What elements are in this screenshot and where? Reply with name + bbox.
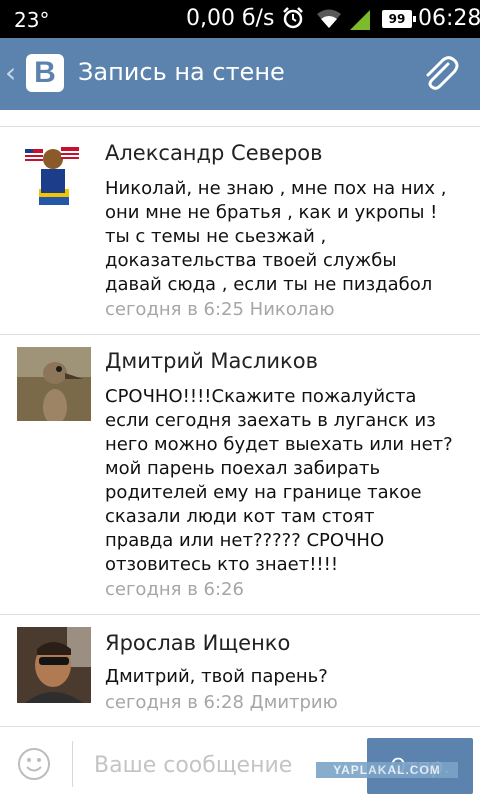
app-header: ‹ B Запись на стене [0,38,480,110]
attach-icon[interactable] [418,52,462,96]
vk-logo[interactable]: B [26,54,64,92]
comment-item: Ярослав Ищенко Дмитрий, твой парень? сег… [0,615,480,725]
battery-icon: 99 [382,10,416,28]
watermark: YAPLAKAL.COM [316,762,458,778]
page-title: Запись на стене [78,58,285,86]
comment-author[interactable]: Дмитрий Масликов [105,349,318,373]
temperature: 23° [14,8,50,32]
back-icon[interactable]: ‹ [5,56,16,89]
comment-author[interactable]: Ярослав Ищенко [105,631,290,655]
status-bar: 23° 0,00 б/s 99 06:28 [0,0,480,38]
wifi-icon [317,9,341,28]
smile-icon[interactable] [17,747,51,781]
comment-meta[interactable]: сегодня в 6:25 Николаю [105,299,334,320]
signal-icon [350,10,370,30]
message-input[interactable] [92,749,346,781]
comment-meta[interactable]: сегодня в 6:26 [105,579,244,600]
comment-meta[interactable]: сегодня в 6:28 Дмитрию [105,692,338,713]
comment-text: СРОЧНО!!!!Скажите пожалуйста если сегодн… [105,386,453,575]
comment-item: Дмитрий Масликов СРОЧНО!!!!Скажите пожал… [0,335,480,615]
previous-post-edge [0,110,480,127]
comment-item: Александр Северов Николай, не знаю , мне… [0,127,480,335]
clock: 06:28 [418,6,480,31]
composer-divider [72,741,73,787]
network-speed: 0,00 б/s [186,6,275,31]
avatar[interactable] [17,347,91,421]
avatar[interactable] [17,139,89,211]
comment-text: Дмитрий, твой парень? [105,666,328,687]
avatar[interactable] [17,627,91,703]
comment-author[interactable]: Александр Северов [105,141,323,165]
alarm-icon [283,7,303,29]
comment-text: Николай, не знаю , мне пох на них , они … [105,178,447,295]
